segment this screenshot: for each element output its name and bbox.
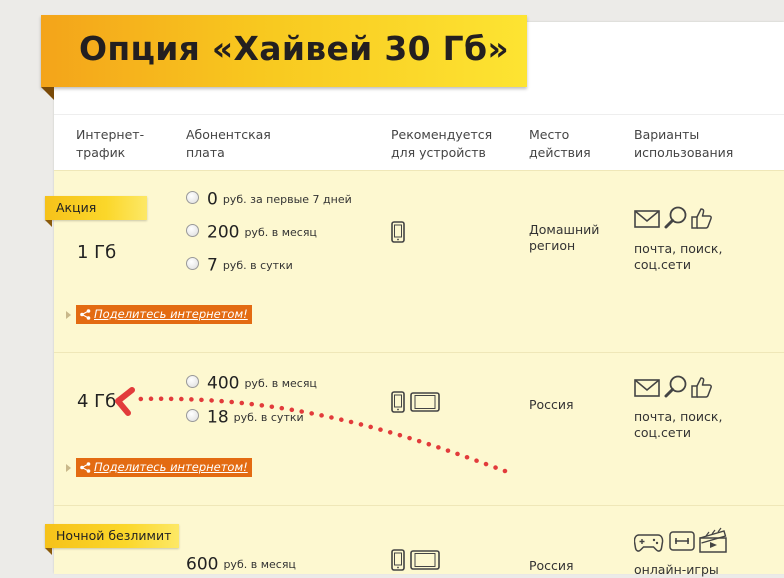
price-radio[interactable] xyxy=(186,257,199,270)
price-option[interactable]: 200 руб. в месяц xyxy=(186,222,317,244)
price-unit: руб. в месяц xyxy=(244,377,317,390)
table-header: Интернет- трафик Абонентская плата Реком… xyxy=(54,114,784,171)
share-icon xyxy=(80,309,91,320)
header-fee: Абонентская плата xyxy=(186,127,271,160)
price-unit: руб. в сутки xyxy=(233,411,304,424)
promo-tag: Акция xyxy=(45,196,147,227)
night-unlimited-label: Ночной безлимит xyxy=(56,528,172,543)
price-unit: руб. за первые 7 дней xyxy=(222,193,352,206)
share-internet[interactable]: Поделитесь интернетом! xyxy=(66,457,252,477)
share-link-text: Поделитесь интернетом! xyxy=(94,460,248,474)
expand-icon xyxy=(66,310,71,319)
header-traffic: Интернет- трафик xyxy=(76,127,145,160)
mail-icon xyxy=(634,379,660,397)
page-title: Опция «Хайвей 30 Гб» xyxy=(79,29,509,68)
promo-tag-label: Акция xyxy=(56,200,97,215)
usage-label: почта, поиск, соц.сети xyxy=(634,241,723,272)
price-radio[interactable] xyxy=(186,409,199,422)
price-option[interactable]: 7 руб. в сутки xyxy=(186,255,293,277)
header-usage: Варианты использования xyxy=(634,127,734,160)
price-value: 600 xyxy=(186,554,219,575)
share-internet-button[interactable]: Поделитесь интернетом! xyxy=(76,458,252,477)
price-value: 7 xyxy=(207,255,218,276)
price-option[interactable]: 400 руб. в месяц xyxy=(186,373,317,395)
smartphone-icon xyxy=(391,221,405,243)
header-devices: Рекомендуется для устройств xyxy=(391,127,493,160)
tablet-icon xyxy=(410,550,440,570)
region-label: Россия xyxy=(529,558,574,573)
clapperboard-icon xyxy=(699,527,727,553)
price-value: 200 xyxy=(207,222,240,243)
smartphone-icon xyxy=(391,391,405,413)
ribbon-fold xyxy=(41,87,54,100)
thumbs-up-icon xyxy=(691,377,712,398)
price-radio[interactable] xyxy=(186,375,199,388)
share-icon xyxy=(80,462,91,473)
share-internet[interactable]: Поделитесь интернетом! xyxy=(66,304,252,324)
traffic-volume: 1 Гб xyxy=(77,242,117,263)
price-value: 0 xyxy=(207,189,218,210)
region-label: Россия xyxy=(529,397,574,412)
share-internet-button[interactable]: Поделитесь интернетом! xyxy=(76,305,252,324)
share-link-text: Поделитесь интернетом! xyxy=(94,307,248,321)
usage-label: онлайн-игры xyxy=(634,562,719,577)
price-value: 18 xyxy=(207,407,229,428)
thumbs-up-icon xyxy=(691,208,712,229)
price-unit: руб. в сутки xyxy=(222,259,293,272)
search-icon xyxy=(664,206,687,229)
usage-icons xyxy=(634,205,720,231)
expand-icon xyxy=(66,463,71,472)
price-radio[interactable] xyxy=(186,191,199,204)
dumbbell-icon xyxy=(669,531,695,551)
usage-icons xyxy=(634,527,730,555)
price-value: 400 xyxy=(207,373,240,394)
traffic-volume: 4 Гб xyxy=(77,391,117,412)
price-option[interactable]: 18 руб. в сутки xyxy=(186,407,304,429)
price-radio[interactable] xyxy=(186,224,199,237)
night-unlimited-tag: Ночной безлимит xyxy=(45,524,179,555)
header-region: Место действия xyxy=(529,127,591,160)
mail-icon xyxy=(634,210,660,228)
title-ribbon: Опция «Хайвей 30 Гб» xyxy=(41,15,527,100)
gamepad-icon xyxy=(634,534,664,552)
usage-label: почта, поиск, соц.сети xyxy=(634,409,723,440)
price-unit: руб. в месяц xyxy=(223,558,296,571)
region-label: Домашний регион xyxy=(529,222,600,253)
search-icon xyxy=(664,375,687,398)
price-option[interactable]: 0 руб. за первые 7 дней xyxy=(186,189,352,211)
smartphone-icon xyxy=(391,549,405,571)
usage-icons xyxy=(634,374,720,400)
tablet-icon xyxy=(410,392,440,412)
price-unit: руб. в месяц xyxy=(244,226,317,239)
